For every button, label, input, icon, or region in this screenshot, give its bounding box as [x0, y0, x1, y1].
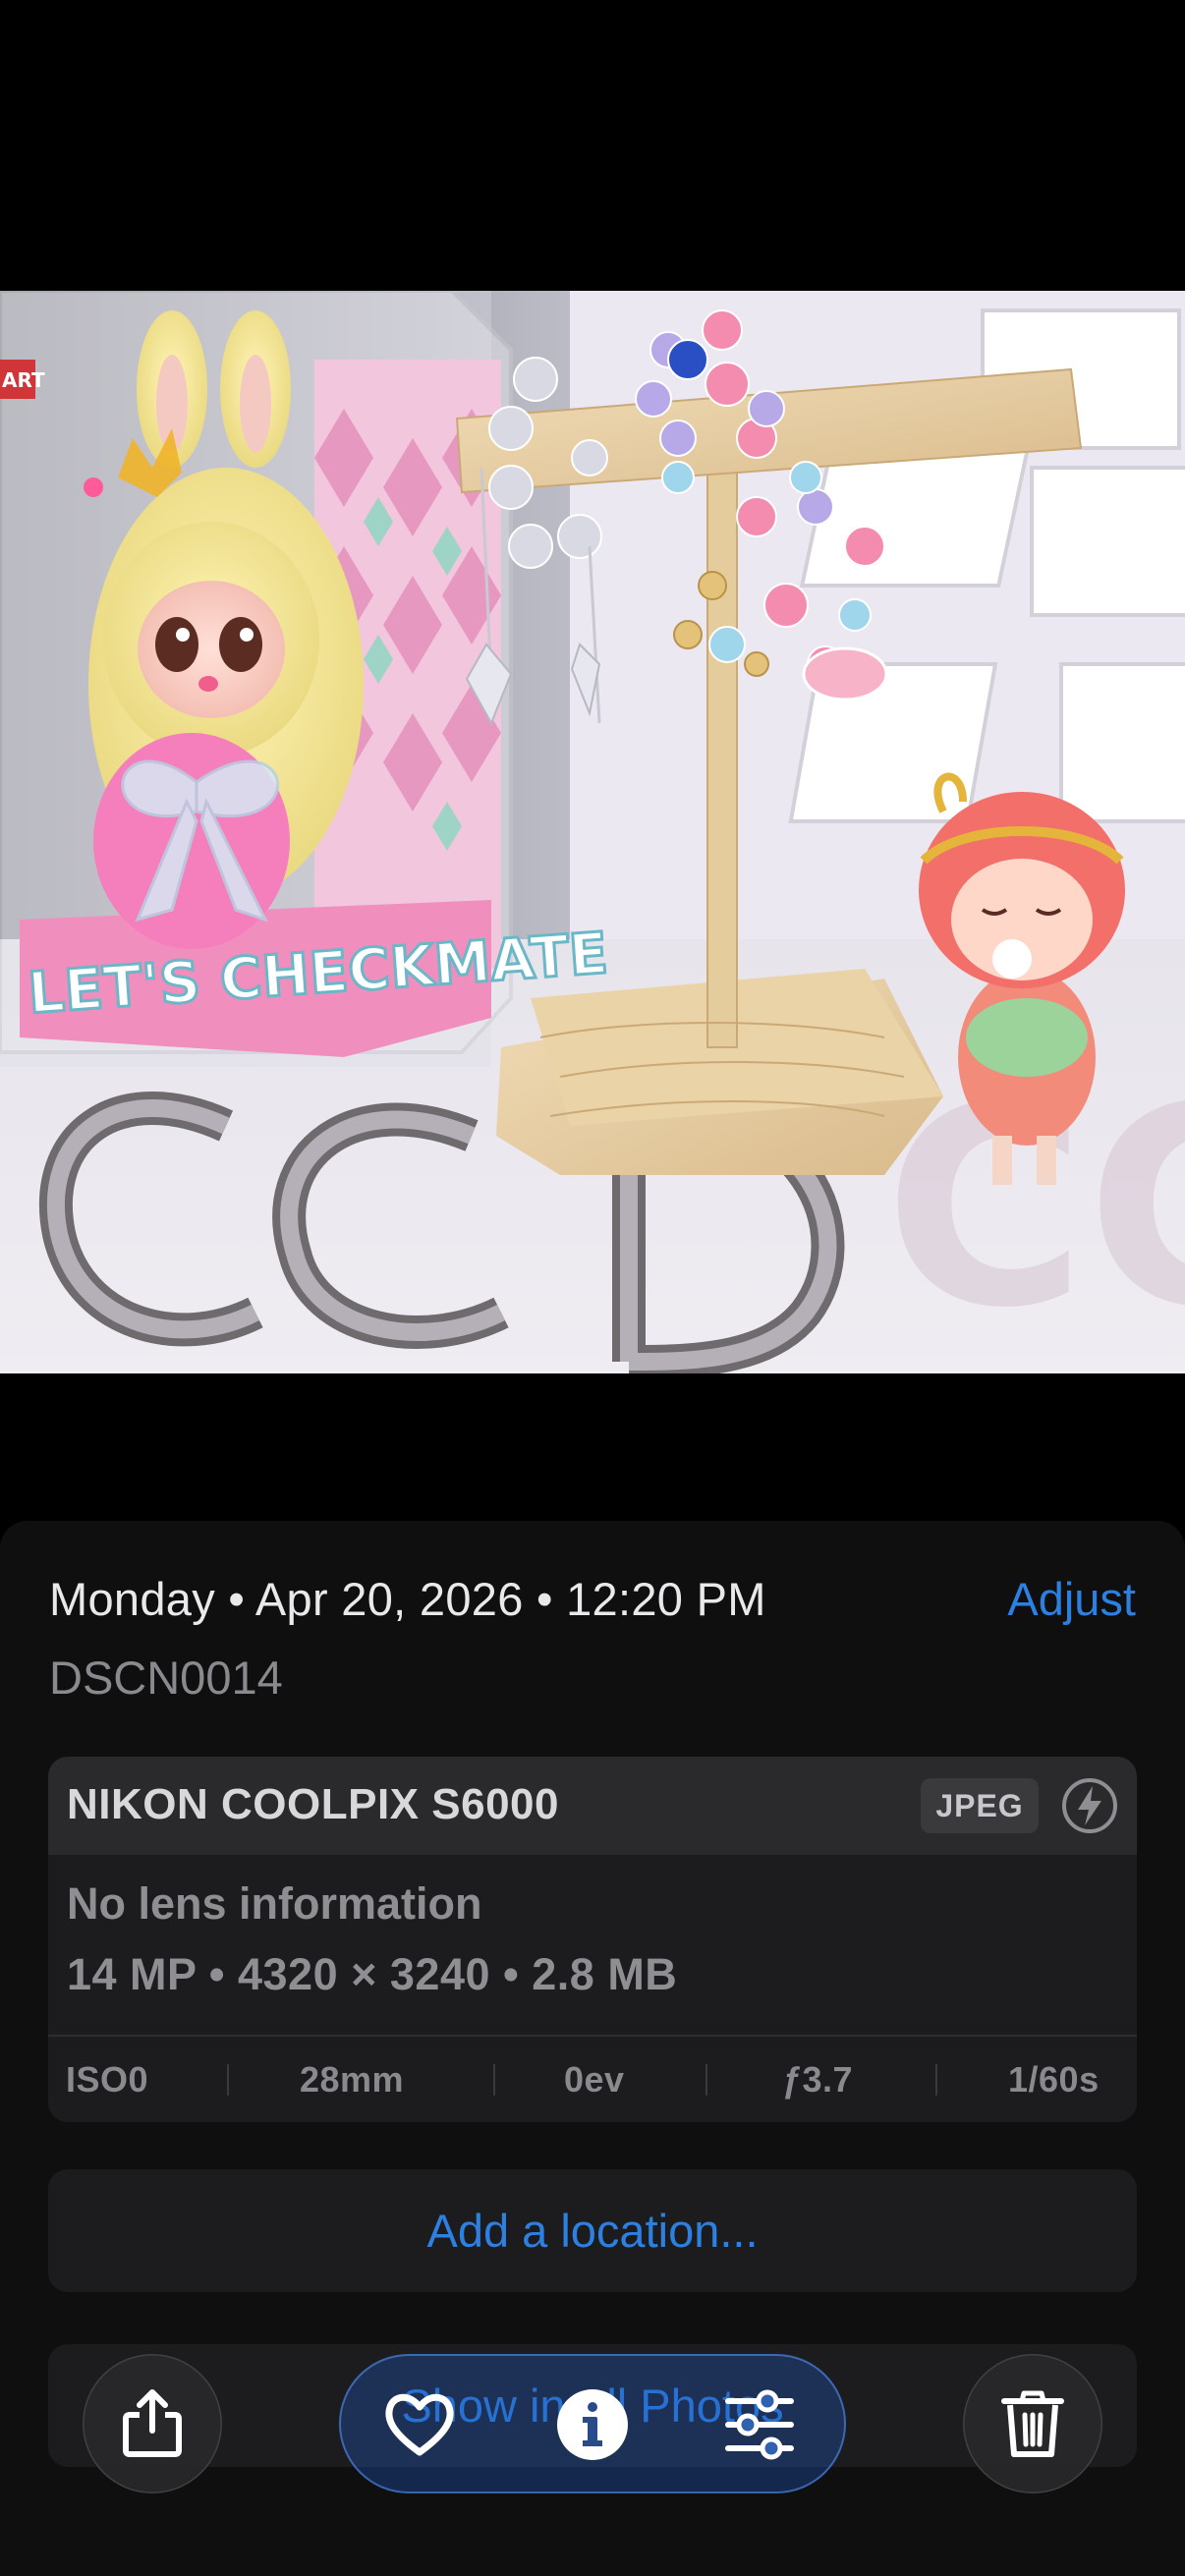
trash-icon [1001, 2390, 1064, 2457]
adjust-date-button[interactable]: Adjust [1007, 1572, 1136, 1626]
lens-info: No lens information [67, 1878, 482, 1929]
file-name[interactable]: DSCN0014 [49, 1651, 283, 1705]
image-specs: 14 MP • 4320 × 3240 • 2.8 MB [67, 1949, 678, 1999]
center-action-group [339, 2354, 846, 2493]
exif-row: ISO0 28mm 0ev ƒ3.7 1/60s [48, 2037, 1137, 2122]
sliders-icon[interactable] [722, 2387, 797, 2462]
camera-info-card: NIKON COOLPIX S6000 JPEG No lens informa… [48, 1757, 1137, 2122]
box-corner-label: ART [2, 368, 45, 392]
flash-off-icon [1062, 1778, 1117, 1833]
exif-separator [227, 2064, 229, 2096]
exif-separator [493, 2064, 495, 2096]
add-location-button[interactable]: Add a location... [48, 2169, 1137, 2292]
exif-focal-length: 28mm [300, 2059, 405, 2100]
share-icon [123, 2389, 182, 2457]
photo-image: CCD [0, 291, 1185, 1373]
capture-date: Monday • Apr 20, 2026 • 12:20 PM [49, 1573, 766, 1625]
exif-separator [935, 2064, 937, 2096]
heart-icon[interactable] [382, 2387, 457, 2462]
format-badge: JPEG [921, 1778, 1039, 1833]
exif-iso: ISO0 [66, 2059, 149, 2100]
exif-aperture: ƒ3.7 [782, 2059, 854, 2100]
exif-separator [705, 2064, 707, 2096]
info-icon[interactable] [555, 2387, 630, 2462]
delete-button[interactable] [963, 2354, 1102, 2493]
exif-exposure: 0ev [564, 2059, 625, 2100]
exif-shutter: 1/60s [1008, 2059, 1100, 2100]
photo-viewer[interactable]: CCD [0, 291, 1185, 1373]
camera-model: NIKON COOLPIX S6000 [67, 1780, 559, 1828]
share-button[interactable] [83, 2354, 222, 2493]
